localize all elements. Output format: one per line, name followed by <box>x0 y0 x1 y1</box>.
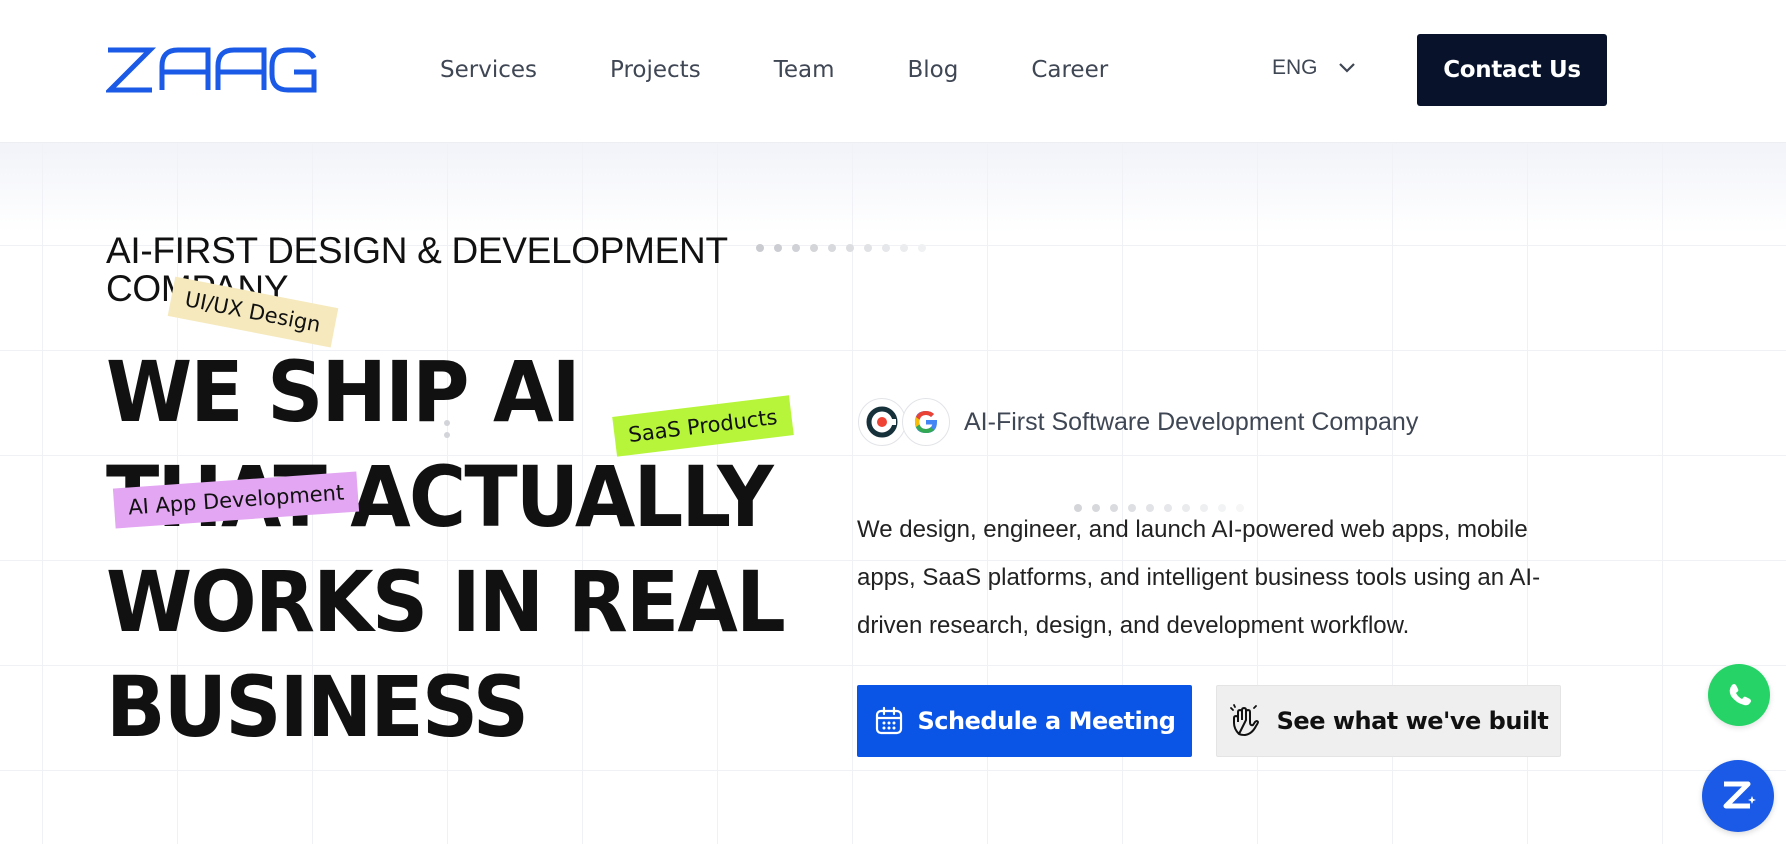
nav-link-team[interactable]: Team <box>774 52 835 88</box>
whatsapp-button[interactable] <box>1708 664 1770 726</box>
chevron-down-icon <box>1338 63 1355 73</box>
see-what-we-built-button[interactable]: See what we've built <box>1216 685 1561 757</box>
nav-link-services[interactable]: Services <box>440 52 537 88</box>
company-tagline: AI-First Software Development Company <box>964 407 1419 436</box>
google-icon[interactable] <box>902 398 950 446</box>
zaag-chat-icon <box>1723 781 1756 809</box>
nav-link-blog[interactable]: Blog <box>907 52 958 88</box>
headline-line: WORKS IN REAL <box>106 553 786 651</box>
language-label: ENG <box>1272 56 1318 79</box>
language-selector[interactable]: ENG <box>1272 56 1356 80</box>
calendar-icon <box>875 706 902 735</box>
see-what-we-built-label: See what we've built <box>1276 707 1549 735</box>
hand-wave-icon <box>1229 704 1259 736</box>
hero-headline: WE SHIP AI THAT ACTUALLY WORKS IN REAL B… <box>106 340 786 760</box>
decorative-dots <box>756 244 936 252</box>
nav-link-career[interactable]: Career <box>1031 52 1108 88</box>
schedule-meeting-button[interactable]: Schedule a Meeting <box>857 685 1192 757</box>
zaag-logo[interactable] <box>103 46 318 94</box>
contact-us-button[interactable]: Contact Us <box>1417 34 1607 106</box>
schedule-meeting-label: Schedule a Meeting <box>917 707 1176 735</box>
zaag-chat-button[interactable] <box>1702 760 1774 832</box>
nav-link-projects[interactable]: Projects <box>610 52 701 88</box>
main-nav: Services Projects Team Blog Career <box>440 52 1181 88</box>
site-header: Services Projects Team Blog Career ENG C… <box>0 0 1786 143</box>
company-badge-row: AI-First Software Development Company <box>858 398 1418 446</box>
clutch-icon[interactable] <box>858 398 906 446</box>
whatsapp-icon <box>1729 684 1751 706</box>
headline-line: BUSINESS <box>106 658 529 756</box>
zaag-logo-mark <box>103 47 317 93</box>
hero-description: We design, engineer, and launch AI-power… <box>857 516 1541 639</box>
